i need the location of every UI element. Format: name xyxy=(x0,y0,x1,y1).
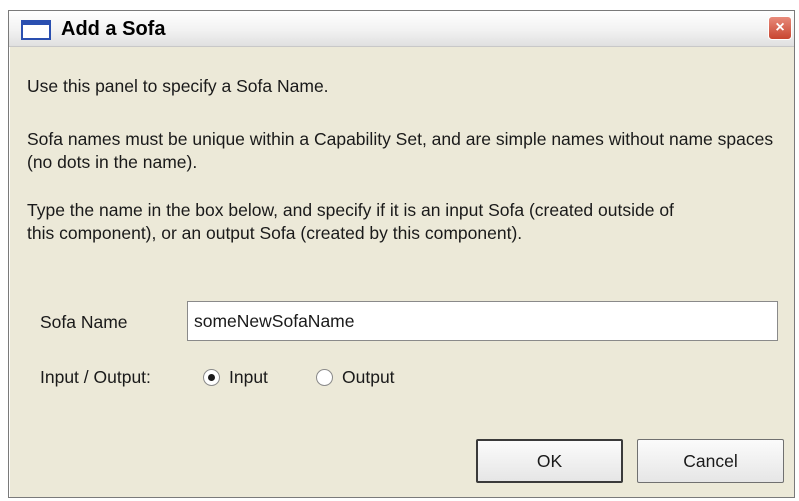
radio-output[interactable]: Output xyxy=(316,367,395,388)
radio-input-label: Input xyxy=(229,367,268,387)
intro-text: Use this panel to specify a Sofa Name. xyxy=(27,76,329,96)
radio-output-unselected-icon[interactable] xyxy=(316,369,333,386)
radio-input[interactable]: Input xyxy=(203,367,268,388)
rules-text: Sofa names must be unique within a Capab… xyxy=(27,129,774,172)
radio-output-label: Output xyxy=(342,367,395,387)
radio-input-selected-icon[interactable] xyxy=(203,369,220,386)
title-bar[interactable]: Add a Sofa × xyxy=(9,11,794,47)
instructions-text: Type the name in the box below, and spec… xyxy=(27,200,674,243)
cancel-button[interactable]: Cancel xyxy=(637,439,784,483)
input-output-label: Input / Output: xyxy=(40,367,151,387)
close-button[interactable]: × xyxy=(768,16,792,40)
add-sofa-dialog: Add a Sofa × Use this panel to specify a… xyxy=(8,10,795,498)
window-icon xyxy=(21,20,51,40)
sofa-name-input[interactable] xyxy=(187,301,778,341)
ok-button[interactable]: OK xyxy=(476,439,623,483)
dialog-title: Add a Sofa xyxy=(61,18,166,40)
close-icon: × xyxy=(775,19,785,36)
sofa-name-label: Sofa Name xyxy=(40,312,128,332)
